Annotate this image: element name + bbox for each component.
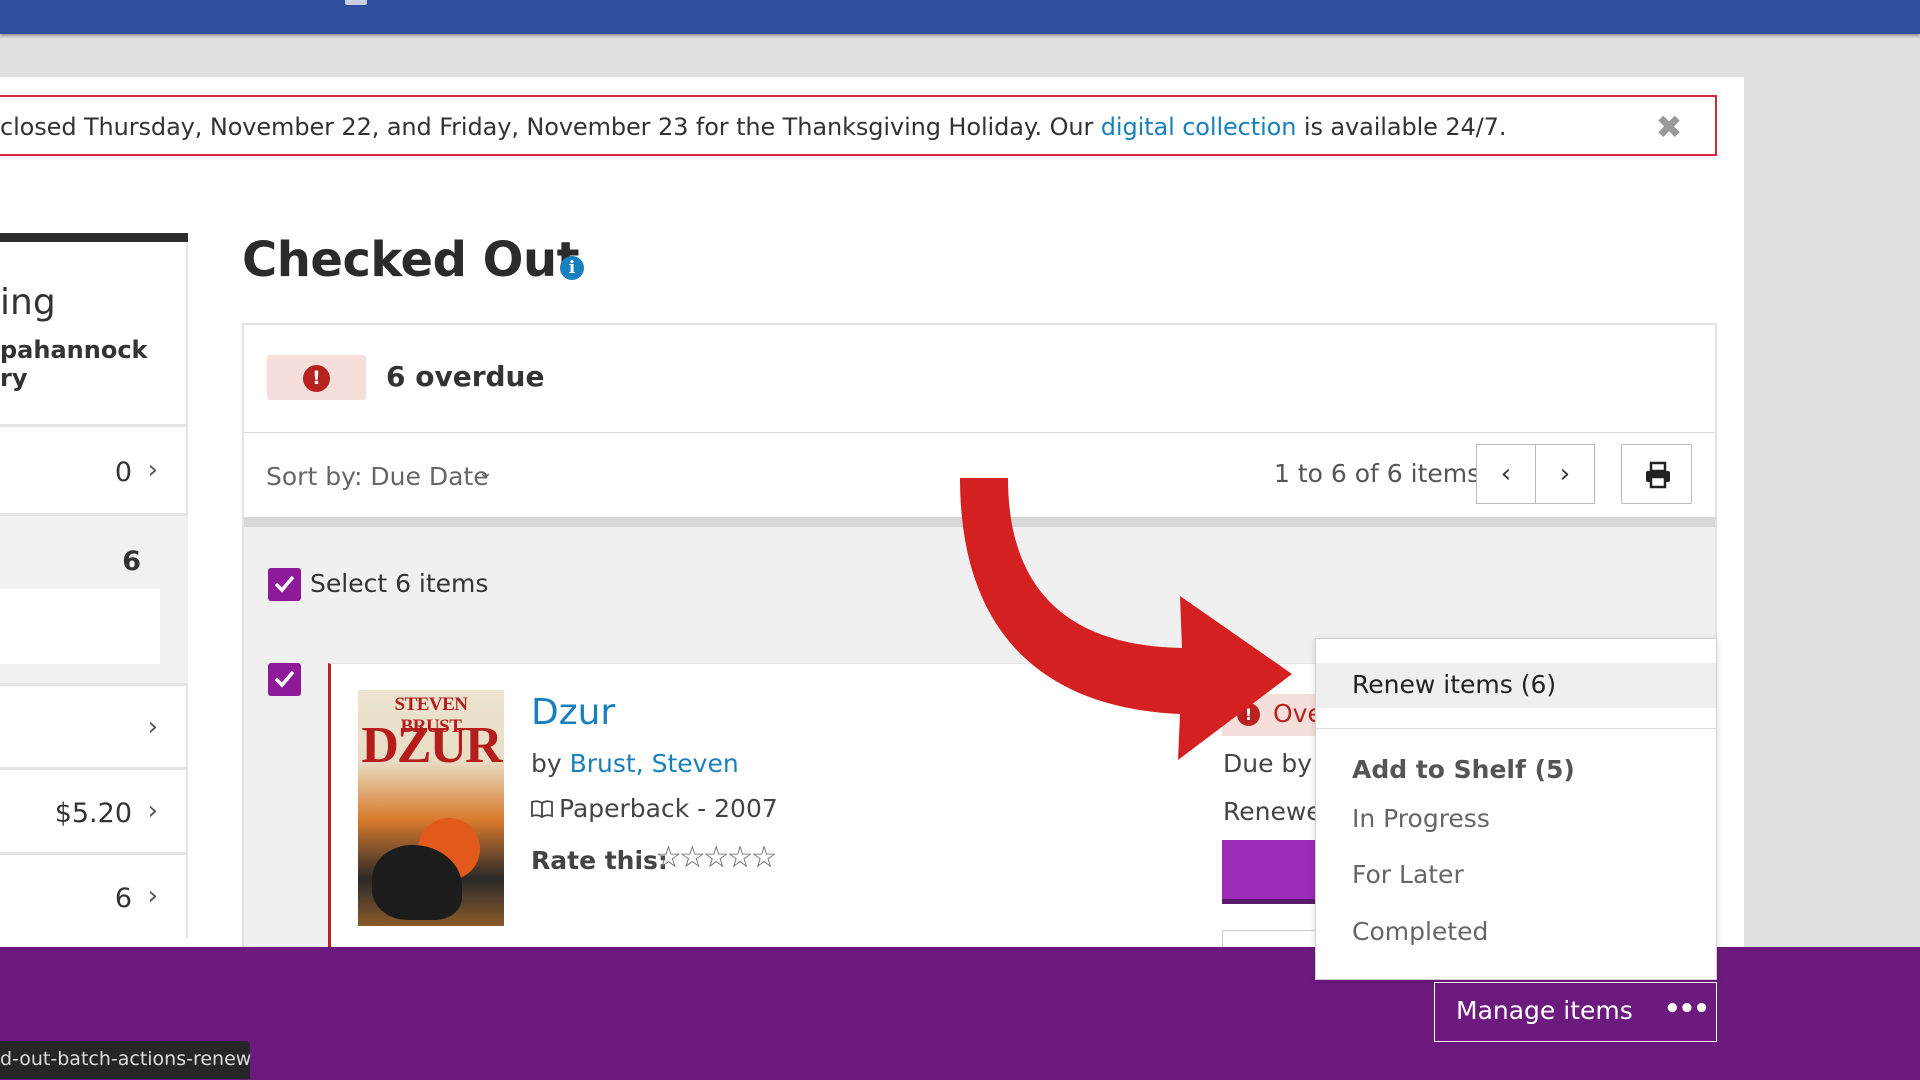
- close-icon[interactable]: ✖: [1654, 111, 1684, 143]
- digital-collection-link[interactable]: digital collection: [1101, 113, 1297, 141]
- format-text: Paperback - 2007: [559, 794, 778, 823]
- sort-dropdown[interactable]: Sort by: Due Date: [266, 462, 489, 491]
- sidebar-item-lists[interactable]: 6 ›: [0, 852, 188, 938]
- chevron-right-icon: ›: [147, 712, 158, 742]
- menu-item-for-later[interactable]: For Later: [1352, 860, 1464, 889]
- page-title: Checked Out: [242, 232, 580, 288]
- item-checkbox[interactable]: [268, 663, 301, 696]
- overdue-count: 6 overdue: [386, 360, 545, 393]
- alert-text: closed Thursday, November 22, and Friday…: [0, 113, 1506, 141]
- renew-button[interactable]: [1222, 840, 1322, 904]
- sidebar-item-fees-amount: $5.20: [54, 798, 132, 829]
- library-name-line2: ry: [0, 364, 28, 392]
- sidebar-item-history[interactable]: ›: [0, 683, 188, 768]
- book-format: Paperback - 2007: [531, 794, 778, 823]
- next-page-button[interactable]: ›: [1535, 444, 1595, 504]
- alert-icon: !: [303, 365, 330, 392]
- info-icon[interactable]: i: [560, 256, 584, 280]
- menu-item-renew-label: Renew items (6): [1352, 670, 1557, 699]
- renewed-text: Renewe: [1223, 797, 1322, 826]
- alert-banner: closed Thursday, November 22, and Friday…: [0, 95, 1717, 156]
- previous-page-button[interactable]: ‹: [1476, 444, 1536, 504]
- chevron-right-icon: ›: [147, 455, 158, 485]
- printer-icon: [1646, 461, 1670, 489]
- sidebar-item-count: 0: [114, 457, 132, 488]
- print-button[interactable]: [1621, 444, 1692, 504]
- checkmark-icon: [274, 575, 295, 593]
- add-to-shelf-heading: Add to Shelf (5): [1352, 755, 1575, 784]
- alert-text-after: is available 24/7.: [1296, 113, 1507, 141]
- cover-title-text: DZUR: [361, 717, 502, 774]
- manage-items-label: Manage items: [1456, 996, 1633, 1025]
- by-label: by: [531, 749, 570, 778]
- menu-item-completed[interactable]: Completed: [1352, 917, 1488, 946]
- top-nav-bar: [0, 0, 1920, 34]
- menu-divider: [1316, 728, 1716, 729]
- sidebar-item-count: 6: [122, 546, 141, 577]
- more-icon: •••: [1664, 994, 1710, 1024]
- checkmark-icon: [274, 670, 295, 688]
- sidebar-item-fees[interactable]: $5.20 ›: [0, 767, 188, 852]
- book-icon: [531, 800, 553, 819]
- sidebar-top-bar: [0, 233, 188, 242]
- chevron-right-icon: ›: [147, 796, 158, 826]
- library-name-line1: pahannock: [0, 336, 148, 364]
- annotation-arrow: [960, 478, 1292, 760]
- pagination-summary: 1 to 6 of 6 items: [1274, 459, 1481, 488]
- sidebar-item-holds[interactable]: 0 ›: [0, 424, 188, 514]
- alert-text-before: closed Thursday, November 22, and Friday…: [0, 113, 1101, 141]
- book-title-link[interactable]: Dzur: [531, 692, 615, 733]
- author-link[interactable]: Brust, Steven: [570, 749, 739, 778]
- sidebar-title: ing: [0, 282, 56, 323]
- chevron-down-icon[interactable]: ⌄: [478, 462, 493, 483]
- sidebar-item-count: 6: [114, 883, 132, 914]
- chevron-right-icon: ›: [147, 881, 158, 911]
- book-author-line: by Brust, Steven: [531, 749, 739, 778]
- rate-label: Rate this:: [531, 846, 668, 875]
- menu-item-in-progress[interactable]: In Progress: [1352, 804, 1490, 833]
- star-rating[interactable]: ☆☆☆☆☆: [655, 840, 777, 875]
- select-all-label: Select 6 items: [310, 569, 489, 598]
- select-all-checkbox[interactable]: [268, 568, 301, 601]
- sidebar-library-name: pahannock ry: [0, 336, 148, 392]
- sidebar-subpanel: [0, 589, 160, 664]
- nav-icon[interactable]: [345, 0, 367, 5]
- divider: [244, 432, 1715, 433]
- status-bar-url-text: d-out-batch-actions-renew: [0, 1048, 252, 1070]
